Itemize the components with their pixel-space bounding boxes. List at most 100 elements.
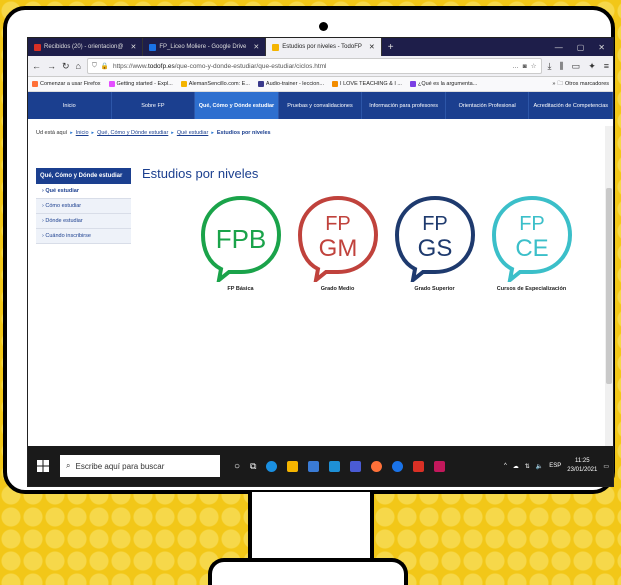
navigation-bar: ← → ↻ ⌂ ⛉ 🔒 https://www.todofp.es/que-co… — [28, 56, 613, 77]
fpb-logo: FPB — [200, 195, 281, 282]
sidebar-icon[interactable]: ▭ — [572, 61, 581, 72]
close-icon[interactable]: ✕ — [369, 43, 375, 51]
chrome-icon[interactable] — [392, 460, 404, 472]
fp-ce-logo: FP CE — [491, 195, 572, 282]
sidebar-item-donde-estudiar[interactable]: › Dónde estudiar — [36, 214, 131, 229]
new-tab-button[interactable]: + — [382, 42, 400, 53]
level-label: FP Básica — [227, 286, 254, 292]
chevron-right-icon: ▸ — [211, 130, 214, 136]
page-actions-icon[interactable]: … — [512, 63, 519, 70]
bookmark-icon — [180, 81, 187, 87]
sidebar-item-cuando-inscribirse[interactable]: › Cuándo inscribirse — [36, 229, 131, 244]
scrollbar[interactable] — [605, 126, 613, 448]
network-icon[interactable]: ⇅ — [525, 463, 530, 470]
sidebar: Qué, Cómo y Dónde estudiar › Qué estudia… — [36, 168, 131, 244]
search-placeholder: Escribe aquí para buscar — [75, 461, 165, 471]
volume-icon[interactable]: 🔈 — [536, 463, 543, 470]
bookmark-icon — [409, 81, 416, 87]
menu-icon[interactable]: ≡ — [604, 61, 609, 72]
tab-todofp[interactable]: Estudios por niveles - TodoFP ✕ — [266, 38, 382, 56]
taskbar-search[interactable]: ⌕ Escribe aquí para buscar — [60, 455, 220, 477]
svg-text:CE: CE — [515, 235, 548, 262]
bookmark-item[interactable]: Getting started - Expl... — [108, 81, 173, 87]
nav-acreditacion[interactable]: Acreditación de Competencias — [529, 92, 613, 119]
nav-que-como-donde[interactable]: Qué, Cómo y Dónde estudiar — [195, 92, 279, 119]
bookmark-item[interactable]: ¿Qué es la argumenta... — [409, 81, 477, 87]
library-icon[interactable]: ⫼ — [560, 61, 564, 72]
sidebar-item-como-estudiar[interactable]: › Cómo estudiar — [36, 199, 131, 214]
svg-text:FP: FP — [325, 213, 351, 235]
minimize-icon[interactable]: — — [555, 43, 563, 52]
svg-text:GM: GM — [318, 235, 357, 262]
breadcrumb-link[interactable]: Qué, Cómo y Dónde estudiar — [97, 130, 168, 136]
firefox-icon[interactable] — [371, 460, 383, 472]
url-text: https://www.todofp.es/que-como-y-donde-e… — [112, 62, 327, 70]
task-view-icon[interactable]: ⧉ — [250, 461, 256, 472]
level-fp-basica[interactable]: FPB FP Básica — [198, 194, 283, 292]
language-indicator[interactable]: ESP — [549, 463, 561, 469]
monitor-base — [208, 558, 408, 585]
download-icon[interactable]: ⤓ — [548, 61, 552, 72]
scrollbar-thumb[interactable] — [606, 188, 612, 384]
file-explorer-icon[interactable] — [287, 460, 299, 472]
reload-icon[interactable]: ↻ — [62, 61, 70, 72]
nav-pruebas[interactable]: Pruebas y convalidaciones — [279, 92, 363, 119]
system-tray: ^ ☁ ⇅ 🔈 ESP 11:25 23/01/2021 ▭ — [504, 457, 609, 475]
sidebar-heading[interactable]: Qué, Cómo y Dónde estudiar — [36, 168, 131, 184]
home-icon[interactable]: ⌂ — [76, 61, 81, 71]
mail-icon[interactable] — [329, 460, 341, 472]
bookmark-item[interactable]: AlemanSencillo.com: E... — [180, 81, 250, 87]
teams-icon[interactable] — [350, 460, 362, 472]
breadcrumb-link[interactable]: Inicio — [76, 130, 89, 136]
windows-start-icon[interactable] — [32, 460, 54, 472]
level-label: Cursos de Especialización — [496, 286, 567, 292]
forward-icon[interactable]: → — [47, 61, 56, 71]
bookmark-star-icon[interactable]: ☆ — [531, 62, 537, 70]
level-especializacion[interactable]: FP CE Cursos de Especialización — [489, 194, 574, 292]
bookmark-item[interactable]: I LOVE TEACHING & I ... — [332, 81, 402, 87]
nav-orientacion[interactable]: Orientación Profesional — [446, 92, 530, 119]
firefox-icon — [32, 81, 38, 87]
cloud-icon[interactable]: ☁ — [513, 463, 519, 470]
todofp-icon — [272, 43, 280, 51]
powerpoint-icon[interactable] — [434, 460, 446, 472]
back-icon[interactable]: ← — [32, 61, 41, 71]
edge-icon[interactable] — [266, 460, 278, 472]
nav-profesores[interactable]: Información para profesores — [362, 92, 446, 119]
svg-text:FP: FP — [422, 213, 448, 235]
bookmark-item[interactable]: Comenzar a usar Firefox — [32, 81, 101, 87]
tab-title: Estudios por niveles - TodoFP — [282, 44, 362, 50]
store-icon[interactable] — [308, 460, 320, 472]
fp-gm-logo: FP GM — [297, 195, 378, 282]
close-window-icon[interactable]: ✕ — [598, 43, 605, 52]
bookmark-item[interactable]: Audio-trainer - leccion... — [257, 81, 324, 87]
tab-gmail[interactable]: Recibidos (20) - orientacion@ ✕ — [28, 38, 144, 56]
other-bookmarks[interactable]: » 🗀 Otros marcadores — [552, 80, 609, 89]
sidebar-item-que-estudiar[interactable]: › Qué estudiar — [36, 184, 131, 199]
monitor-neck — [248, 492, 374, 564]
close-icon[interactable]: ✕ — [253, 43, 259, 51]
shield-icon[interactable]: ⛉ — [92, 62, 97, 70]
pocket-icon[interactable]: ◙ — [523, 63, 527, 70]
extensions-icon[interactable]: ✦ — [588, 61, 596, 72]
restore-icon[interactable]: ▢ — [577, 43, 585, 52]
nav-sobre-fp[interactable]: Sobre FP — [112, 92, 196, 119]
notification-icon[interactable]: ▭ — [603, 463, 609, 470]
tab-bar: Recibidos (20) - orientacion@ ✕ FP_Liceo… — [28, 38, 613, 56]
acrobat-icon[interactable] — [413, 460, 425, 472]
taskbar: ⌕ Escribe aquí para buscar ○ ⧉ ^ ☁ ⇅ 🔈 E… — [28, 446, 613, 486]
tray-arrow-icon[interactable]: ^ — [504, 463, 507, 469]
camera-dot — [319, 22, 328, 31]
tab-drive[interactable]: FP_Liceo Moliere - Google Drive ✕ — [143, 38, 267, 56]
clock[interactable]: 11:25 23/01/2021 — [567, 457, 597, 475]
level-grado-superior[interactable]: FP GS Grado Superior — [392, 194, 477, 292]
level-label: Grado Superior — [414, 286, 455, 292]
level-grado-medio[interactable]: FP GM Grado Medio — [295, 194, 380, 292]
cortana-icon[interactable]: ○ — [234, 461, 240, 472]
svg-text:FPB: FPB — [215, 224, 266, 254]
close-icon[interactable]: ✕ — [130, 43, 136, 51]
address-bar[interactable]: ⛉ 🔒 https://www.todofp.es/que-como-y-don… — [86, 58, 542, 74]
nav-inicio[interactable]: Inicio — [28, 92, 112, 119]
breadcrumb-link[interactable]: Qué estudiar — [177, 130, 209, 136]
fp-gs-logo: FP GS — [394, 195, 475, 282]
